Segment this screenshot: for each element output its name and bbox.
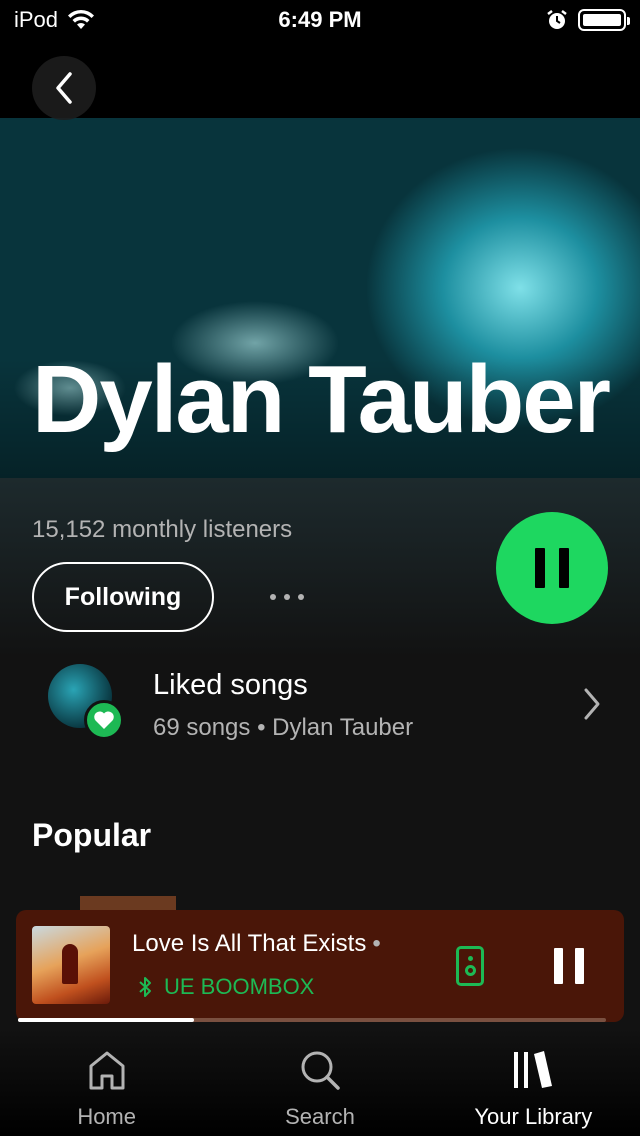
pause-bar-icon xyxy=(535,548,545,588)
nav-your-library-label: Your Library xyxy=(474,1104,593,1129)
bottom-navigation: Home Search Your Library xyxy=(0,1028,640,1136)
home-icon xyxy=(89,1051,125,1090)
pause-bar-icon xyxy=(554,948,563,984)
pause-bar-icon xyxy=(575,948,584,984)
more-options-button[interactable] xyxy=(262,582,312,612)
wifi-icon xyxy=(68,9,95,29)
title-separator: • xyxy=(372,930,381,957)
liked-songs-subtitle: 69 songs • Dylan Tauber xyxy=(153,714,414,741)
more-dot-icon xyxy=(270,594,276,600)
playback-progress xyxy=(18,1018,606,1022)
nav-your-library[interactable]: Your Library xyxy=(427,1028,640,1136)
pause-bar-icon xyxy=(559,548,569,588)
now-playing-title: Love Is All That Exists • xyxy=(132,930,417,958)
follow-button[interactable]: Following xyxy=(32,562,214,632)
connected-device: UE BOOMBOX xyxy=(138,974,314,1000)
chevron-left-icon xyxy=(56,72,72,104)
heart-icon xyxy=(84,700,124,740)
artist-name: Dylan Tauber xyxy=(32,346,611,453)
bluetooth-icon xyxy=(139,977,151,997)
liked-songs-row[interactable]: Liked songs 69 songs • Dylan Tauber xyxy=(0,656,640,756)
track-title: Love Is All That Exists xyxy=(132,930,367,957)
back-button[interactable] xyxy=(32,56,96,120)
nav-home[interactable]: Home xyxy=(0,1028,213,1136)
artist-info: 15,152 monthly listeners Following xyxy=(0,478,640,678)
more-dot-icon xyxy=(284,594,290,600)
playback-progress-fill xyxy=(18,1018,195,1022)
alarm-icon xyxy=(547,10,567,29)
speaker-icon[interactable] xyxy=(456,946,484,986)
more-dot-icon xyxy=(298,594,304,600)
search-icon xyxy=(301,1051,340,1090)
library-icon xyxy=(514,1051,553,1088)
chevron-right-icon xyxy=(584,688,600,720)
nav-search[interactable]: Search xyxy=(213,1028,426,1136)
mini-pause-button[interactable] xyxy=(554,948,584,984)
now-playing-artwork xyxy=(32,926,110,1004)
nav-search-label: Search xyxy=(285,1104,355,1129)
battery-icon xyxy=(578,9,630,31)
nav-home-label: Home xyxy=(77,1104,136,1129)
monthly-listeners: 15,152 monthly listeners xyxy=(32,516,293,543)
carrier-label: iPod xyxy=(14,7,59,32)
status-bar: iPod 6:49 PM xyxy=(0,0,640,40)
popular-heading: Popular xyxy=(32,817,152,853)
liked-songs-title: Liked songs xyxy=(153,669,308,701)
artist-header: Dylan Tauber xyxy=(0,0,640,478)
now-playing-bar[interactable]: Love Is All That Exists • UE BOOMBOX xyxy=(16,910,624,1022)
pause-button[interactable] xyxy=(496,512,608,624)
device-name: UE BOOMBOX xyxy=(164,974,315,999)
